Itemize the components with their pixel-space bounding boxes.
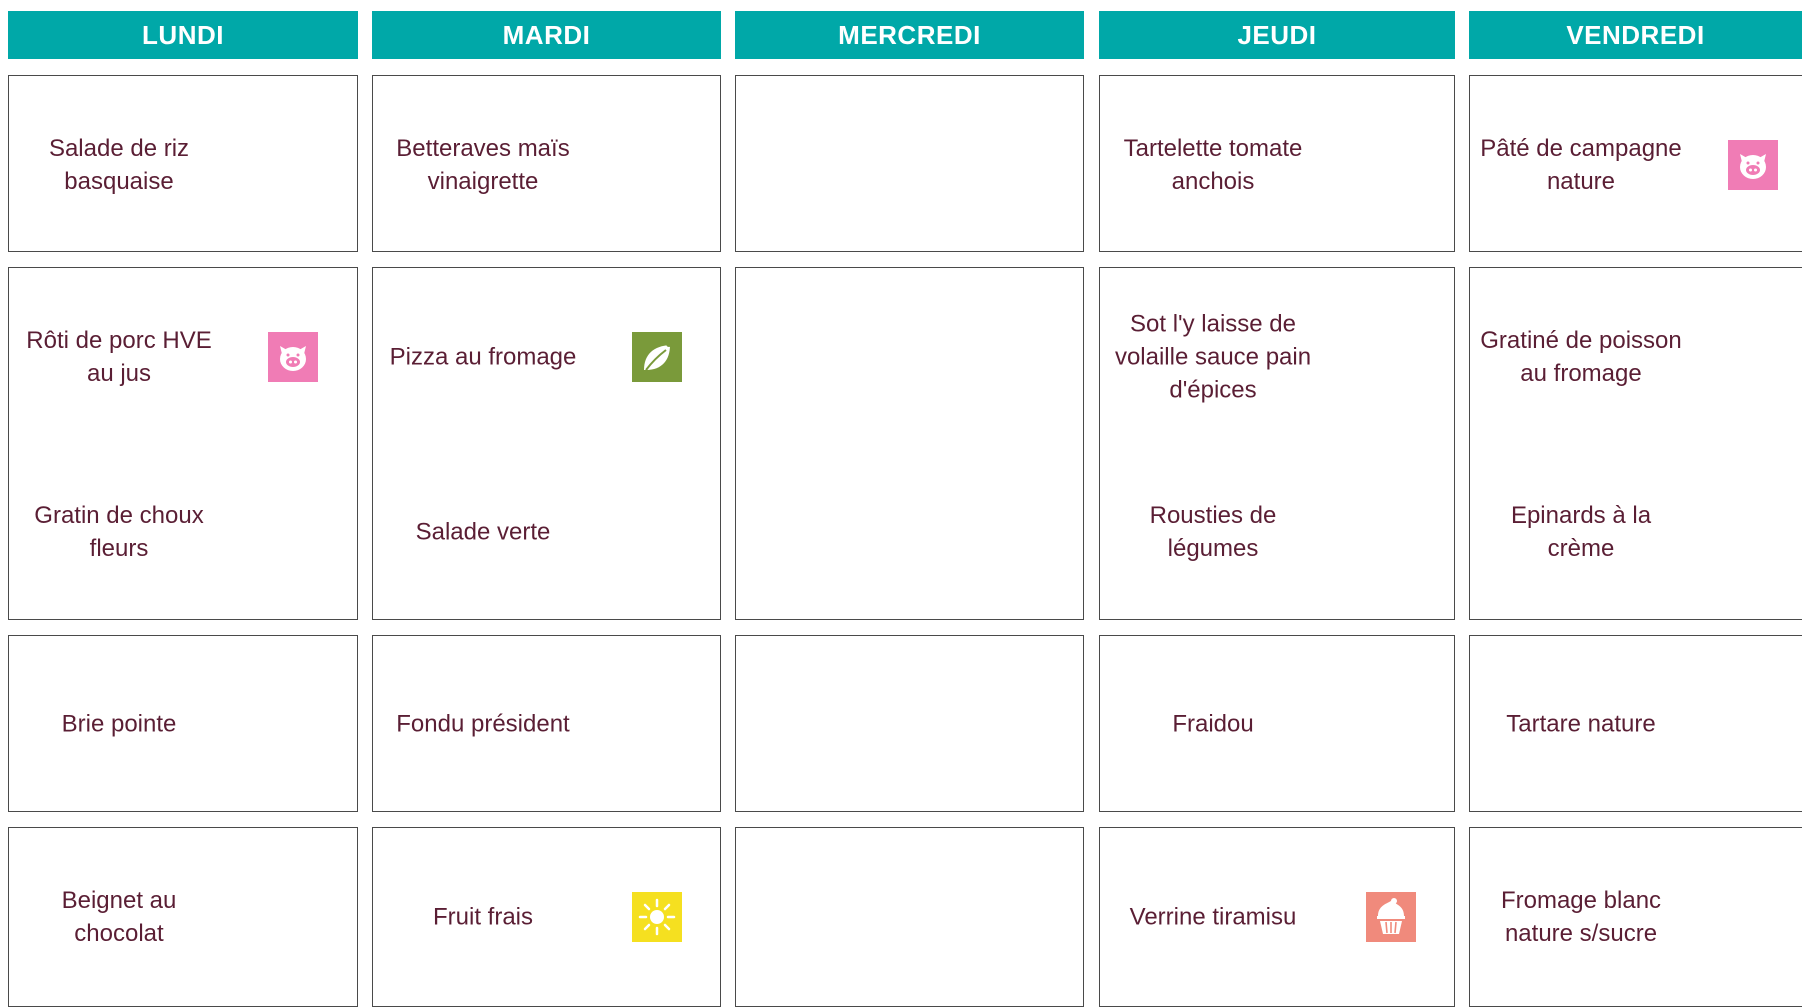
- cell-mercredi-cheese: [735, 635, 1084, 812]
- pig-icon: [268, 332, 318, 382]
- sun-icon: [632, 892, 682, 942]
- cell-vendredi-main: Gratiné de poisson au fromage Epinards à …: [1469, 267, 1802, 620]
- leaf-icon: [632, 332, 682, 382]
- cell-mercredi-main: [735, 267, 1084, 620]
- header-lundi: LUNDI: [8, 11, 358, 59]
- dish-jeudi-main: Sot l'y laisse de volaille sauce pain d'ép…: [1114, 310, 1312, 404]
- cell-vendredi-starter: Pâté de campagne nature: [1469, 75, 1802, 252]
- dish-lundi-side: Gratin de choux fleurs: [34, 502, 204, 562]
- dish-lundi-dessert: Beignet au chocolat: [61, 887, 177, 947]
- cell-mardi-starter: Betteraves maïs vinaigrette: [372, 75, 721, 252]
- cell-mardi-dessert: Fruit frais: [372, 827, 721, 1007]
- cell-lundi-dessert: Beignet au chocolat: [8, 827, 358, 1007]
- cell-vendredi-cheese: Tartare nature: [1469, 635, 1802, 812]
- dish-vendredi-dessert: Fromage blanc nature s/sucre: [1500, 887, 1662, 947]
- dish-lundi-starter: Salade de riz basquaise: [48, 135, 190, 195]
- cell-mardi-main: Pizza au fromage Salade verte: [372, 267, 721, 620]
- dish-mardi-side: Salade verte: [415, 518, 551, 546]
- dish-mardi-dessert: Fruit frais: [432, 903, 534, 931]
- cell-vendredi-dessert: Fromage blanc nature s/sucre: [1469, 827, 1802, 1007]
- dish-jeudi-cheese: Fraidou: [1172, 710, 1254, 738]
- cell-mercredi-starter: [735, 75, 1084, 252]
- header-jeudi: JEUDI: [1099, 11, 1455, 59]
- pig-icon: [1728, 140, 1778, 190]
- dish-jeudi-dessert: Verrine tiramisu: [1129, 903, 1297, 931]
- cell-jeudi-dessert: Verrine tiramisu: [1099, 827, 1455, 1007]
- dish-mardi-main: Pizza au fromage: [389, 343, 577, 371]
- dish-mardi-cheese: Fondu président: [396, 710, 570, 738]
- dish-lundi-cheese: Brie pointe: [61, 710, 177, 738]
- header-vendredi: VENDREDI: [1469, 11, 1802, 59]
- cell-jeudi-starter: Tartelette tomate anchois: [1099, 75, 1455, 252]
- cell-lundi-starter: Salade de riz basquaise: [8, 75, 358, 252]
- header-mardi: MARDI: [372, 11, 721, 59]
- dish-vendredi-cheese: Tartare nature: [1506, 710, 1656, 738]
- dish-jeudi-starter: Tartelette tomate anchois: [1123, 135, 1303, 195]
- cell-mardi-cheese: Fondu président: [372, 635, 721, 812]
- dish-vendredi-main: Gratiné de poisson au fromage: [1480, 327, 1682, 387]
- cupcake-icon: [1366, 892, 1416, 942]
- dish-vendredi-starter: Pâté de campagne nature: [1480, 135, 1682, 195]
- header-mercredi: MERCREDI: [735, 11, 1084, 59]
- cell-jeudi-cheese: Fraidou: [1099, 635, 1455, 812]
- cell-lundi-main: Rôti de porc HVE au jus Gratin de choux fl…: [8, 267, 358, 620]
- dish-vendredi-side: Epinards à la crème: [1510, 502, 1652, 562]
- cell-jeudi-main: Sot l'y laisse de volaille sauce pain d'ép…: [1099, 267, 1455, 620]
- dish-jeudi-side: Rousties de légumes: [1149, 502, 1277, 562]
- cell-mercredi-dessert: [735, 827, 1084, 1007]
- dish-lundi-main: Rôti de porc HVE au jus: [26, 327, 212, 387]
- cell-lundi-cheese: Brie pointe: [8, 635, 358, 812]
- dish-mardi-starter: Betteraves maïs vinaigrette: [396, 135, 570, 195]
